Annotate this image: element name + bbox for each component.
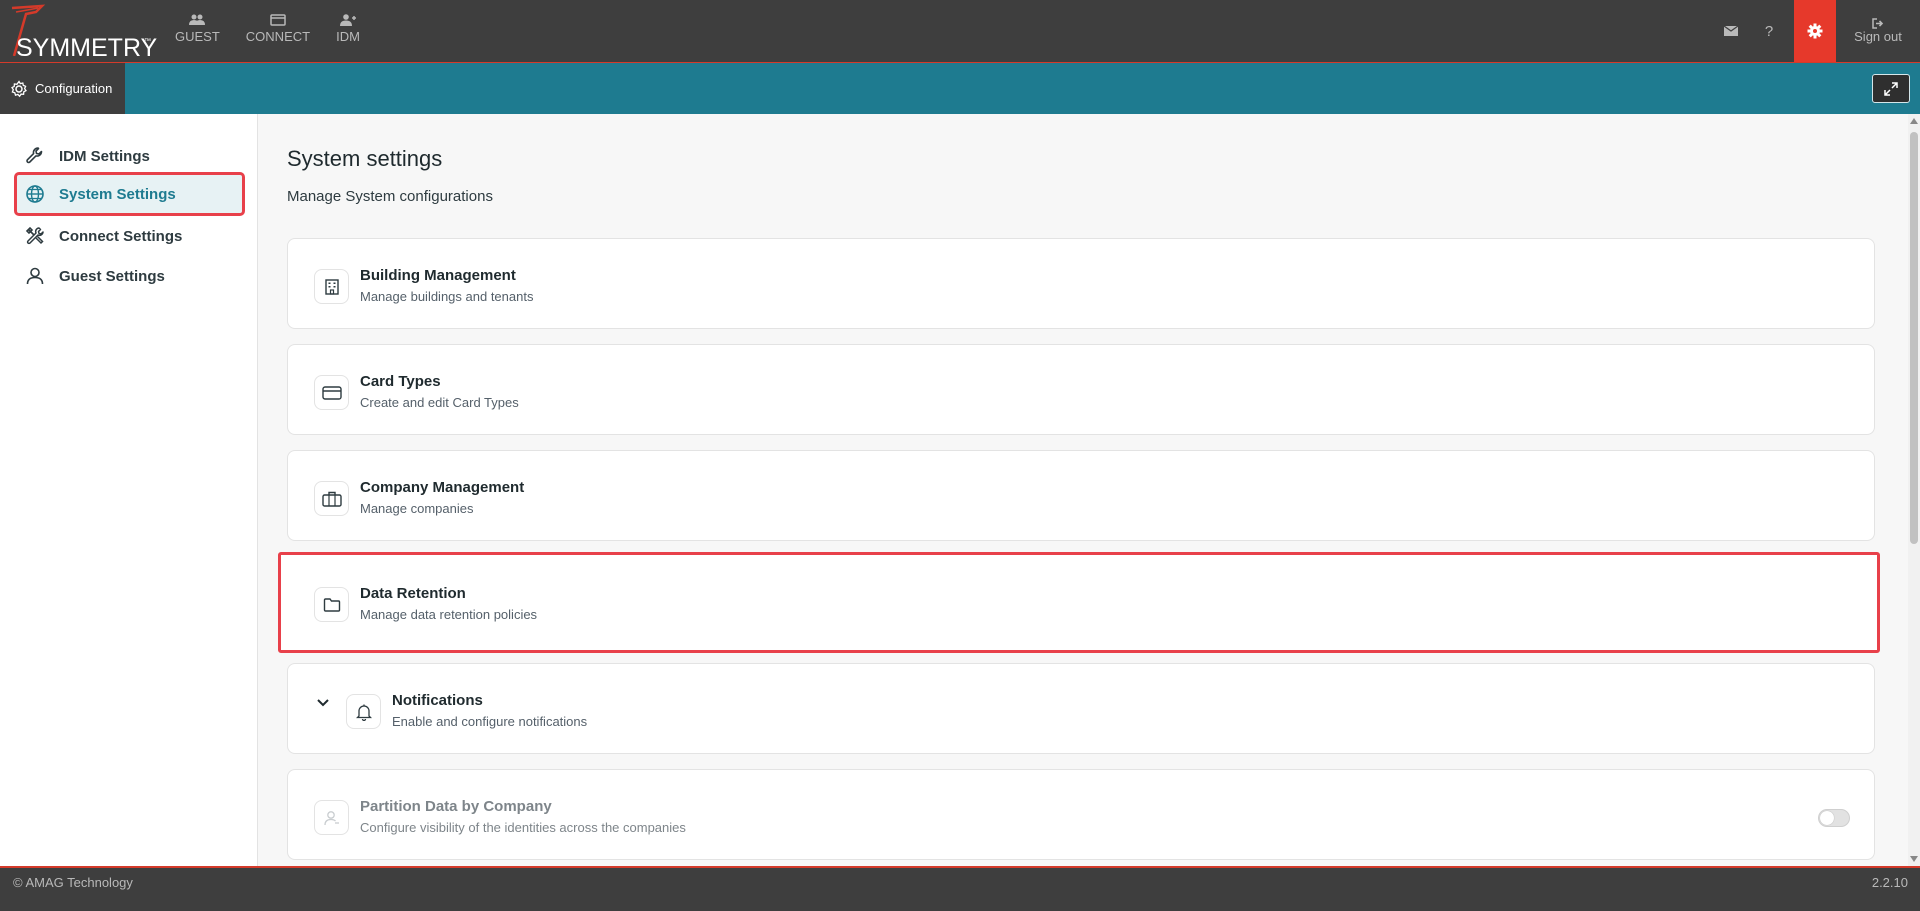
user-plus-icon (340, 14, 356, 26)
card-notifications[interactable]: Notifications Enable and configure notif… (287, 663, 1875, 754)
card-data-retention[interactable]: Data Retention Manage data retention pol… (278, 552, 1880, 653)
expand-icon (1884, 81, 1898, 96)
sidebar-item-guest-settings[interactable]: Guest Settings (14, 254, 245, 298)
sidebar: IDM Settings System Settings Connect Set… (0, 114, 258, 866)
gear-icon (1807, 23, 1823, 39)
globe-icon (26, 185, 44, 203)
trademark: ™ (144, 38, 151, 45)
scroll-thumb[interactable] (1910, 132, 1918, 544)
user-slash-icon (314, 800, 349, 835)
main-content: System settings Manage System configurat… (258, 114, 1908, 866)
topnav-idm-label: IDM (336, 29, 360, 44)
card-title: Partition Data by Company (360, 798, 552, 815)
signout-button[interactable]: Sign out (1846, 0, 1910, 62)
sidebar-item-system-settings[interactable]: System Settings (14, 172, 245, 216)
brand-name: SYMMETRY (16, 34, 158, 62)
card-description: Configure visibility of the identities a… (360, 820, 686, 835)
card-icon (270, 14, 286, 26)
card-company-management[interactable]: Company Management Manage companies (287, 450, 1875, 541)
card-description: Create and edit Card Types (360, 395, 519, 410)
credit-card-icon (314, 375, 349, 410)
sidebar-item-label: IDM Settings (59, 147, 150, 165)
user-icon (26, 267, 44, 285)
toggle-knob (1820, 811, 1834, 825)
symmetry-logo[interactable]: SYMMETRY ™ (4, 4, 157, 62)
signout-icon (1872, 18, 1884, 29)
help-icon: ? (1764, 22, 1774, 40)
topnav-idm[interactable]: IDM (323, 14, 373, 44)
page-title: System settings (287, 146, 443, 171)
sidebar-item-label: Connect Settings (59, 227, 183, 245)
top-nav: GUEST CONNECT IDM (162, 14, 373, 44)
topnav-connect-label: CONNECT (245, 29, 311, 44)
card-description: Enable and configure notifications (392, 714, 588, 729)
card-description: Manage companies (360, 501, 474, 516)
sidebar-item-label: Guest Settings (59, 267, 165, 285)
bell-icon (346, 694, 381, 729)
wrench-icon (26, 147, 43, 164)
tools-icon (25, 226, 44, 245)
topnav-guest[interactable]: GUEST (162, 14, 233, 44)
copyright-text: © AMAG Technology (13, 875, 133, 890)
page-subtitle: Manage System configurations (287, 188, 493, 205)
sidebar-item-label: System Settings (59, 185, 176, 203)
scroll-down-icon[interactable] (1910, 856, 1918, 862)
version-text: 2.2.10 (1871, 875, 1908, 890)
card-description: Manage buildings and tenants (360, 289, 534, 304)
top-right-actions: ? Sign out (1712, 0, 1920, 62)
topnav-guest-label: GUEST (175, 29, 220, 44)
card-title: Company Management (360, 479, 525, 496)
scroll-up-icon[interactable] (1910, 118, 1918, 124)
building-icon (314, 269, 349, 304)
main-scrollbar[interactable] (1908, 114, 1920, 866)
settings-button[interactable] (1794, 0, 1836, 62)
users-icon (189, 14, 206, 25)
fullscreen-button[interactable] (1872, 74, 1910, 103)
footer: © AMAG Technology 2.2.10 (0, 866, 1920, 911)
messages-button[interactable] (1712, 0, 1750, 62)
card-title: Data Retention (360, 585, 466, 602)
card-title: Building Management (360, 267, 516, 284)
chevron-down-icon[interactable] (316, 698, 330, 708)
card-partition-data[interactable]: Partition Data by Company Configure visi… (287, 769, 1875, 860)
cog-outline-icon (11, 79, 27, 97)
topnav-connect[interactable]: CONNECT (233, 14, 323, 44)
configuration-tab-label: Configuration (35, 81, 113, 96)
signout-label: Sign out (1854, 29, 1902, 44)
folder-icon (314, 587, 349, 622)
card-building-management[interactable]: Building Management Manage buildings and… (287, 238, 1875, 329)
help-button[interactable]: ? (1750, 0, 1788, 62)
envelope-icon (1724, 26, 1738, 36)
card-description: Manage data retention policies (360, 607, 538, 622)
top-bar: SYMMETRY ™ GUEST CONNECT IDM ? Sign out (0, 0, 1920, 63)
card-title: Notifications (392, 692, 483, 709)
partition-toggle[interactable] (1818, 809, 1850, 827)
card-title: Card Types (360, 373, 441, 390)
sidebar-item-connect-settings[interactable]: Connect Settings (14, 214, 245, 258)
briefcase-icon (314, 481, 349, 516)
card-card-types[interactable]: Card Types Create and edit Card Types (287, 344, 1875, 435)
sub-bar: Configuration (0, 63, 1920, 114)
configuration-tab[interactable]: Configuration (0, 63, 125, 114)
